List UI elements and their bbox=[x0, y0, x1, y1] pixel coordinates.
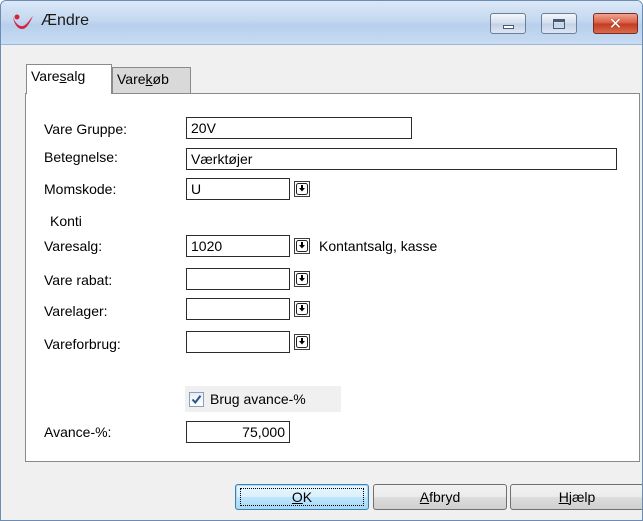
close-button[interactable]: ✕ bbox=[593, 13, 638, 34]
maximize-button[interactable] bbox=[541, 13, 577, 34]
konti-caption: Konti bbox=[48, 213, 84, 229]
momskode-input[interactable]: U bbox=[186, 178, 290, 200]
vareforbrug-input[interactable] bbox=[186, 331, 290, 353]
avance-input[interactable]: 75,000 bbox=[186, 421, 290, 443]
window-title: Ændre bbox=[41, 12, 90, 29]
vare-gruppe-label: Vare Gruppe: bbox=[44, 121, 128, 137]
brug-avance-checkbox[interactable] bbox=[189, 391, 204, 407]
ok-button[interactable]: OK bbox=[235, 484, 369, 510]
minimize-icon bbox=[502, 24, 514, 29]
vare-gruppe-input[interactable]: 20V bbox=[186, 117, 412, 139]
betegnelse-input[interactable]: Værktøjer bbox=[186, 148, 617, 170]
app-logo-icon bbox=[13, 14, 33, 29]
title-bar[interactable]: Ændre ✕ bbox=[1, 1, 642, 45]
momskode-label: Momskode: bbox=[44, 181, 117, 197]
help-button[interactable]: Hjælp bbox=[510, 484, 642, 510]
arrow-down-icon bbox=[296, 183, 308, 195]
avance-label: Avance-%: bbox=[44, 424, 112, 440]
varelager-input[interactable] bbox=[186, 298, 290, 320]
close-icon: ✕ bbox=[608, 13, 623, 33]
varesalg-description: Kontantsalg, kasse bbox=[319, 238, 438, 254]
tab-varekob[interactable]: Varekøb bbox=[112, 67, 191, 93]
momskode-dropdown-button[interactable] bbox=[294, 181, 310, 197]
arrow-down-icon bbox=[296, 336, 308, 348]
brug-avance-checkbox-row[interactable]: Brug avance-% bbox=[185, 386, 341, 412]
tab-varesalg[interactable]: Varesalg bbox=[26, 64, 112, 94]
vare-rabat-input[interactable] bbox=[186, 268, 290, 290]
minimize-button[interactable] bbox=[490, 13, 526, 34]
brug-avance-label: Brug avance-% bbox=[210, 391, 306, 407]
varesalg-input[interactable]: 1020 bbox=[186, 235, 290, 257]
vare-rabat-dropdown-button[interactable] bbox=[294, 271, 310, 287]
arrow-down-icon bbox=[296, 273, 308, 285]
arrow-down-icon bbox=[296, 240, 308, 252]
varelager-label: Varelager: bbox=[44, 303, 108, 319]
varelager-dropdown-button[interactable] bbox=[294, 301, 310, 317]
dialog-window: Ændre ✕ Varesalg Varekøb Vare Gruppe: 20… bbox=[0, 0, 643, 521]
arrow-down-icon bbox=[296, 303, 308, 315]
checkmark-icon bbox=[191, 394, 202, 404]
betegnelse-label: Betegnelse: bbox=[44, 149, 118, 165]
varesalg-label: Varesalg: bbox=[44, 238, 103, 254]
vareforbrug-dropdown-button[interactable] bbox=[294, 334, 310, 350]
varesalg-dropdown-button[interactable] bbox=[294, 238, 310, 254]
vareforbrug-label: Vareforbrug: bbox=[44, 336, 121, 352]
cancel-button[interactable]: Afbryd bbox=[373, 484, 507, 510]
vare-rabat-label: Vare rabat: bbox=[44, 272, 113, 288]
maximize-icon bbox=[553, 18, 565, 29]
